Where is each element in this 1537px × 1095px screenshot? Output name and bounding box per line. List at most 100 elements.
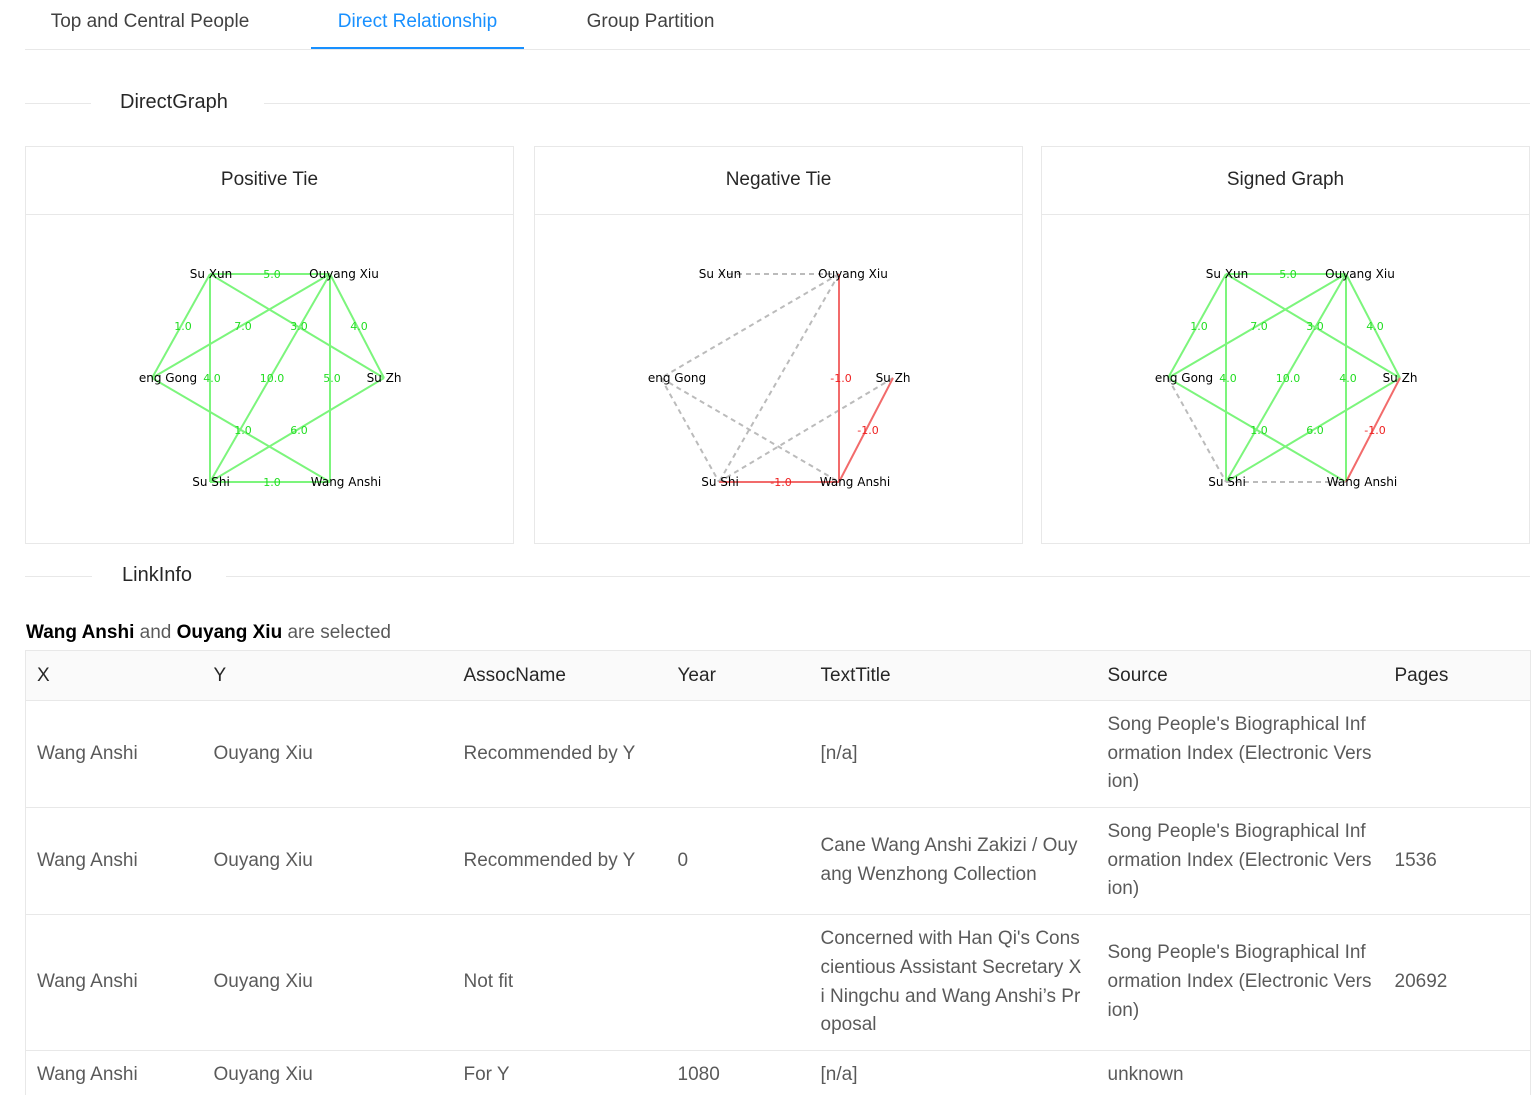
edge-weight-label: 7.0 xyxy=(234,320,252,333)
column-header-year[interactable]: Year xyxy=(666,650,810,701)
edge-weight-label: 7.0 xyxy=(1250,320,1268,333)
cell-x: Wang Anshi xyxy=(25,700,203,808)
edge-weight-label: 5.0 xyxy=(263,268,281,281)
edge-label-layer: 5.0 1.0 7.0 3.0 4.0 4.0 10.0 5.0 1.0 6.0 1.0 xyxy=(174,268,368,489)
card-title: Signed Graph xyxy=(1042,147,1529,215)
graph-edge[interactable] xyxy=(1167,377,1227,483)
cell-assocname: Not fit xyxy=(452,914,667,1051)
column-header-pages[interactable]: Pages xyxy=(1383,650,1531,701)
tab-top-and-central-people[interactable]: Top and Central People xyxy=(25,0,275,50)
node-label-wa[interactable]: Wang Anshi xyxy=(1327,475,1398,489)
node-label-sx[interactable]: Su Xun xyxy=(190,267,232,281)
cell-source: Song People's Biographical Information I… xyxy=(1096,700,1384,808)
edge-weight-label: 1.0 xyxy=(263,476,281,489)
cell-pages xyxy=(1383,1050,1531,1095)
table-row[interactable]: Wang Anshi Ouyang Xiu For Y 1080 [n/a] u… xyxy=(25,1050,1531,1095)
edge-weight-label: 6.0 xyxy=(290,424,308,437)
node-label-sz[interactable]: Su Zh xyxy=(367,371,402,385)
tab-group-partition[interactable]: Group Partition xyxy=(565,0,736,50)
node-label-sx[interactable]: Su Xun xyxy=(699,267,741,281)
node-label-oy[interactable]: Ouyang Xiu xyxy=(818,267,888,281)
cell-x: Wang Anshi xyxy=(25,807,203,915)
cell-year: 1080 xyxy=(666,1050,810,1095)
cell-assocname: Recommended by Y xyxy=(452,807,667,915)
card-title: Positive Tie xyxy=(26,147,513,215)
node-label-wa[interactable]: Wang Anshi xyxy=(820,475,891,489)
cell-y: Ouyang Xiu xyxy=(202,1050,453,1095)
selected-person-a: Wang Anshi xyxy=(26,622,135,643)
cell-pages: 20692 xyxy=(1383,914,1531,1051)
card-signed-graph: Signed Graph 5.0 1.0 7.0 3.0 4.0 4.0 10.0 4.0 1.… xyxy=(1041,146,1530,544)
cell-pages: 1536 xyxy=(1383,807,1531,915)
cell-texttitle: Concerned with Han Qi's Conscientious As… xyxy=(809,914,1097,1051)
cell-texttitle: Cane Wang Anshi Zakizi / Ouyang Wenzhong… xyxy=(809,807,1097,915)
cell-texttitle: [n/a] xyxy=(809,700,1097,808)
cell-assocname: Recommended by Y xyxy=(452,700,667,808)
selection-summary: Wang Anshi and Ouyang Xiu are selected xyxy=(26,622,391,644)
edge-weight-label: 6.0 xyxy=(1306,424,1324,437)
node-label-sz[interactable]: Su Zh xyxy=(876,371,911,385)
card-negative-tie: Negative Tie -1.0 -1.0 -1.0 Su Xun Ouyang Xi… xyxy=(534,146,1023,544)
link-info-table: X Y AssocName Year TextTitle Source Page… xyxy=(25,650,1531,1095)
edge-weight-label: -1.0 xyxy=(770,476,791,489)
node-label-sx[interactable]: Su Xun xyxy=(1206,267,1248,281)
node-label-zg[interactable]: eng Gong xyxy=(1155,371,1213,385)
node-label-ss[interactable]: Su Shi xyxy=(701,475,739,489)
node-label-ss[interactable]: Su Shi xyxy=(1208,475,1246,489)
edge-weight-label: 10.0 xyxy=(260,372,285,385)
card-positive-tie: Positive Tie 5.0 1.0 7.0 3.0 4.0 4.0 10.0 5.0 1.… xyxy=(25,146,514,544)
column-header-x[interactable]: X xyxy=(25,650,203,701)
edge-weight-label: -1.0 xyxy=(857,424,878,437)
edge-weight-label: 10.0 xyxy=(1276,372,1301,385)
column-header-assocname[interactable]: AssocName xyxy=(452,650,667,701)
cell-y: Ouyang Xiu xyxy=(202,914,453,1051)
graph-edge[interactable] xyxy=(660,377,720,483)
edge-weight-label: -1.0 xyxy=(1364,424,1385,437)
selected-person-b: Ouyang Xiu xyxy=(176,622,283,643)
edge-weight-label: 3.0 xyxy=(1306,320,1324,333)
table-header-row: X Y AssocName Year TextTitle Source Page… xyxy=(25,650,1531,701)
tab-bar: Top and Central People Direct Relationsh… xyxy=(25,0,1530,50)
table-row[interactable]: Wang Anshi Ouyang Xiu Recommended by Y [… xyxy=(25,700,1531,808)
cell-texttitle: [n/a] xyxy=(809,1050,1097,1095)
positive-tie-graph[interactable]: 5.0 1.0 7.0 3.0 4.0 4.0 10.0 5.0 1.0 6.0 1.0 Su Xun… xyxy=(26,216,513,544)
node-label-wa[interactable]: Wang Anshi xyxy=(311,475,382,489)
node-label-sz[interactable]: Su Zh xyxy=(1383,371,1418,385)
edge-weight-label: -1.0 xyxy=(830,372,851,385)
edge-weight-label: 4.0 xyxy=(350,320,368,333)
edge-weight-label: 4.0 xyxy=(1339,372,1357,385)
node-label-zg[interactable]: eng Gong xyxy=(139,371,197,385)
graph-edge[interactable] xyxy=(660,273,840,379)
edge-weight-label: 5.0 xyxy=(1279,268,1297,281)
cell-year xyxy=(666,914,810,1051)
table-row[interactable]: Wang Anshi Ouyang Xiu Recommended by Y 0… xyxy=(25,807,1531,915)
table-row[interactable]: Wang Anshi Ouyang Xiu Not fit Concerned … xyxy=(25,914,1531,1051)
column-header-source[interactable]: Source xyxy=(1096,650,1384,701)
edge-weight-label: 5.0 xyxy=(323,372,341,385)
graph-edge[interactable] xyxy=(718,273,840,483)
selection-conjunction: and xyxy=(139,622,172,643)
edge-weight-label: 4.0 xyxy=(1366,320,1384,333)
node-label-ss[interactable]: Su Shi xyxy=(192,475,230,489)
cell-x: Wang Anshi xyxy=(25,1050,203,1095)
cell-pages xyxy=(1383,700,1531,808)
column-header-texttitle[interactable]: TextTitle xyxy=(809,650,1097,701)
signed-graph[interactable]: 5.0 1.0 7.0 3.0 4.0 4.0 10.0 4.0 1.0 6.0 -1.0 Su Xu… xyxy=(1042,216,1529,544)
cell-source: Song People's Biographical Information I… xyxy=(1096,914,1384,1051)
edge-label-layer: -1.0 -1.0 -1.0 xyxy=(770,372,878,489)
cell-y: Ouyang Xiu xyxy=(202,807,453,915)
node-label-zg[interactable]: eng Gong xyxy=(648,371,706,385)
cell-year xyxy=(666,700,810,808)
cell-source: unknown xyxy=(1096,1050,1384,1095)
edge-weight-label: 3.0 xyxy=(290,320,308,333)
tab-direct-relationship[interactable]: Direct Relationship xyxy=(311,0,524,50)
node-label-oy[interactable]: Ouyang Xiu xyxy=(309,267,379,281)
cell-x: Wang Anshi xyxy=(25,914,203,1051)
section-divider-directgraph: DirectGraph xyxy=(25,88,1530,118)
graph-edge[interactable] xyxy=(660,377,840,483)
cell-year: 0 xyxy=(666,807,810,915)
negative-tie-graph[interactable]: -1.0 -1.0 -1.0 Su Xun Ouyang Xiu eng Gong Su Z… xyxy=(535,216,1022,544)
edge-weight-label: 1.0 xyxy=(1190,320,1208,333)
node-label-oy[interactable]: Ouyang Xiu xyxy=(1325,267,1395,281)
column-header-y[interactable]: Y xyxy=(202,650,453,701)
